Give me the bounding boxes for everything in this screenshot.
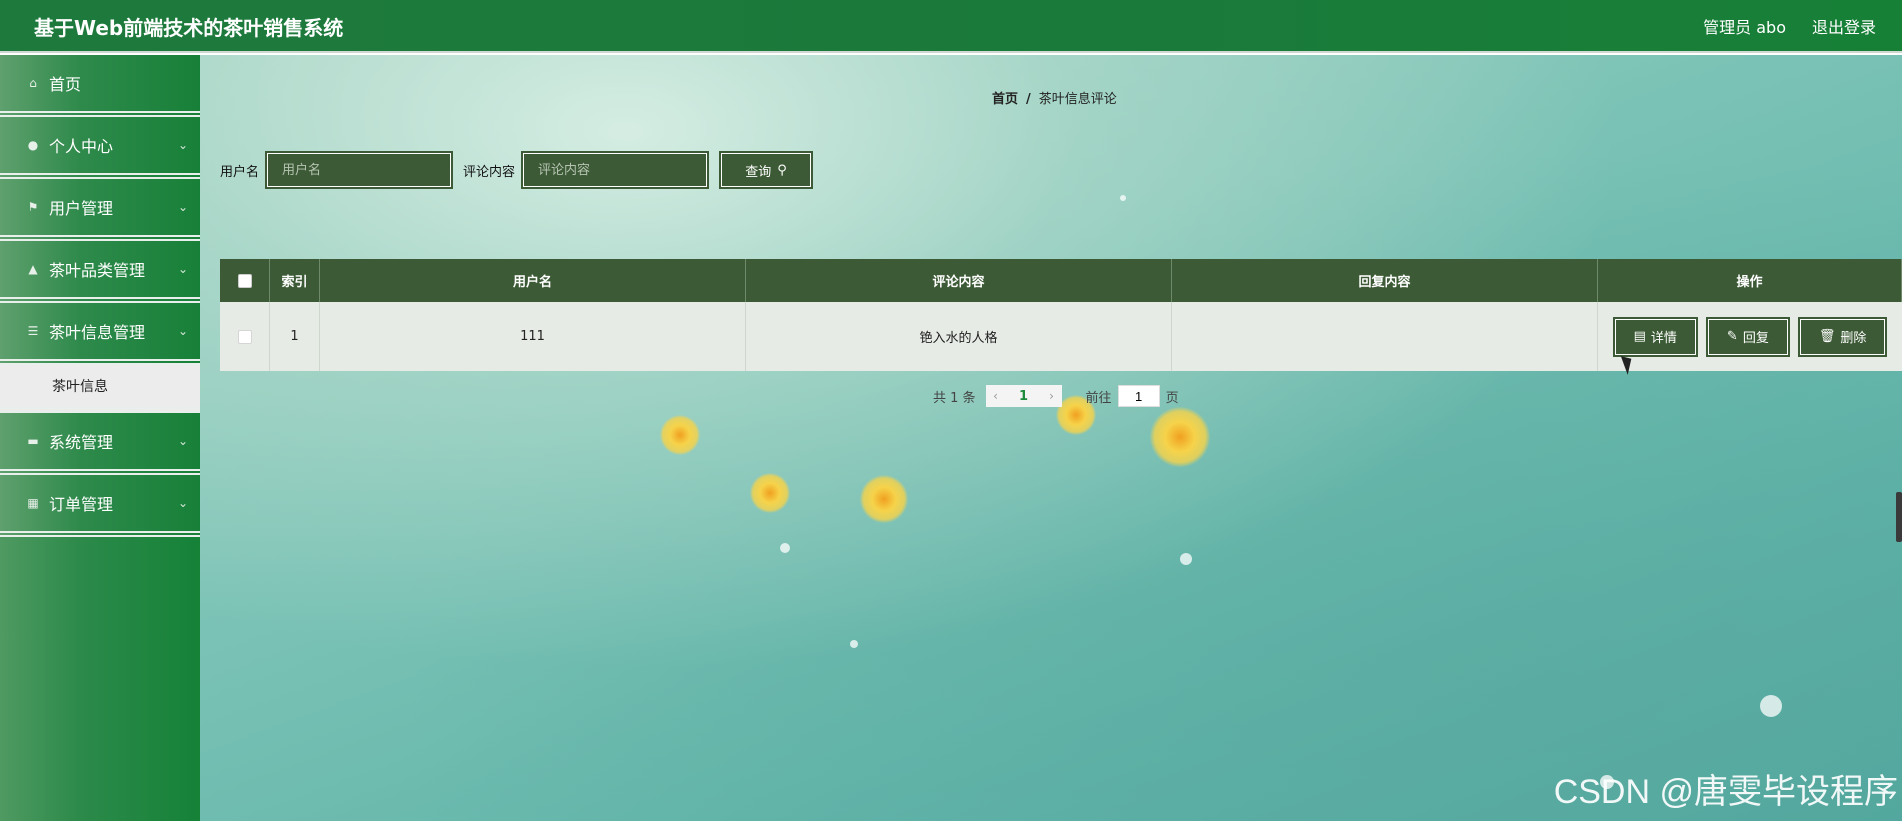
row-ops: ▤ 详情 ✎ 回复 🗑 删除 xyxy=(1598,302,1902,371)
sidebar-subitem-tea-info[interactable]: 茶叶信息 xyxy=(0,365,200,413)
flower-decoration xyxy=(750,473,790,513)
chevron-right-icon[interactable]: › xyxy=(1042,389,1062,403)
sparkle-decoration xyxy=(850,640,858,648)
main-content: 首页 / 茶叶信息评论 用户名 评论内容 查询 ⚲ 索引 用户名 评论内容 回复内容… xyxy=(200,55,1902,821)
header-username: 用户名 xyxy=(320,259,746,302)
reply-button-label: 回复 xyxy=(1742,331,1769,346)
search-icon: ⚲ xyxy=(777,162,787,178)
goto-label: 前往 xyxy=(1085,390,1112,406)
document-icon: ▤ xyxy=(1633,329,1646,344)
list-icon: ☰ xyxy=(27,324,39,338)
sparkle-decoration xyxy=(1120,195,1126,201)
row-checkbox[interactable] xyxy=(237,329,252,344)
header-reply: 回复内容 xyxy=(1172,259,1598,302)
sidebar-item-system[interactable]: ▬ 系统管理 ⌄ xyxy=(0,413,200,475)
sidebar-item-label: 首页 xyxy=(49,75,82,94)
page-number[interactable]: 1 xyxy=(1006,389,1042,404)
row-reply xyxy=(1172,302,1598,371)
query-button[interactable]: 查询 ⚲ xyxy=(719,151,814,189)
sidebar-item-tea-info[interactable]: ☰ 茶叶信息管理 ⌄ xyxy=(0,303,200,365)
sidebar-item-label: 个人中心 xyxy=(49,137,114,156)
breadcrumb-home[interactable]: 首页 xyxy=(992,92,1018,107)
row-comment: 铯入水的人格 xyxy=(746,302,1172,371)
header-comment: 评论内容 xyxy=(746,259,1172,302)
select-all-checkbox[interactable] xyxy=(237,273,252,288)
trash-icon: 🗑 xyxy=(1818,329,1836,344)
grid-icon: ▦ xyxy=(27,496,39,510)
table-header: 索引 用户名 评论内容 回复内容 操作 xyxy=(220,259,1902,302)
home-icon: ⌂ xyxy=(29,76,37,90)
header-ops: 操作 xyxy=(1598,259,1902,302)
header-index: 索引 xyxy=(270,259,320,302)
pagination: 共 1 条 ‹ 1 › 前往 页 xyxy=(933,385,1179,407)
chevron-down-icon: ⌄ xyxy=(177,496,188,510)
scrollbar-handle[interactable] xyxy=(1896,492,1902,542)
flower-decoration xyxy=(660,415,700,455)
sidebar-item-label: 系统管理 xyxy=(49,433,114,452)
edit-icon: ✎ xyxy=(1726,329,1738,344)
chevron-down-icon: ⌄ xyxy=(177,434,188,448)
flag-icon: ⚑ xyxy=(27,200,39,214)
flower-decoration xyxy=(1150,407,1210,467)
detail-button-label: 详情 xyxy=(1650,331,1677,346)
delete-button-label: 删除 xyxy=(1840,331,1867,346)
breadcrumb: 首页 / 茶叶信息评论 xyxy=(992,88,1117,107)
sidebar-item-label: 订单管理 xyxy=(49,495,114,514)
row-index: 1 xyxy=(270,302,320,371)
sidebar: ⌂ 首页 ● 个人中心 ⌄ ⚑ 用户管理 ⌄ ▲ 茶叶品类管理 ⌄ ☰ 茶叶信息… xyxy=(0,55,200,821)
comment-label: 评论内容 xyxy=(463,164,516,180)
sidebar-item-orders[interactable]: ▦ 订单管理 ⌄ xyxy=(0,475,200,537)
username-label: 用户名 xyxy=(220,164,260,180)
sidebar-item-personal-center[interactable]: ● 个人中心 ⌄ xyxy=(0,117,200,179)
sidebar-item-label: 茶叶信息管理 xyxy=(49,323,146,342)
detail-button[interactable]: ▤ 详情 xyxy=(1612,316,1698,357)
total-count: 共 1 条 xyxy=(933,390,976,406)
query-button-label: 查询 xyxy=(745,164,772,180)
goto-page-input[interactable] xyxy=(1117,385,1160,407)
chevron-down-icon: ⌄ xyxy=(177,138,188,152)
header-checkbox-cell xyxy=(220,259,270,302)
flower-decoration xyxy=(860,475,908,523)
search-bar: 用户名 评论内容 查询 ⚲ xyxy=(220,151,814,189)
sidebar-item-label: 茶叶信息 xyxy=(52,379,108,395)
sparkle-decoration xyxy=(1180,553,1192,565)
breadcrumb-separator: / xyxy=(1026,92,1031,107)
comments-table: 索引 用户名 评论内容 回复内容 操作 1 111 铯入水的人格 ▤ 详情 ✎ xyxy=(220,259,1902,371)
table-row: 1 111 铯入水的人格 ▤ 详情 ✎ 回复 🗑 删除 xyxy=(220,302,1902,371)
sparkle-decoration xyxy=(780,543,790,553)
top-header: 基于Web前端技术的茶叶销售系统 管理员 abo 退出登录 xyxy=(0,0,1902,53)
username-search-input[interactable] xyxy=(265,151,454,189)
chevron-down-icon: ⌄ xyxy=(177,262,188,276)
breadcrumb-current: 茶叶信息评论 xyxy=(1038,92,1117,107)
page-suffix: 页 xyxy=(1165,390,1179,406)
sidebar-item-label: 用户管理 xyxy=(49,199,114,218)
sparkle-decoration xyxy=(1760,695,1782,717)
user-icon: ● xyxy=(27,138,39,152)
logout-link[interactable]: 退出登录 xyxy=(1812,14,1876,38)
row-username: 111 xyxy=(320,302,746,371)
reply-button[interactable]: ✎ 回复 xyxy=(1705,316,1790,357)
chevron-left-icon[interactable]: ‹ xyxy=(986,389,1006,403)
chevron-down-icon: ⌄ xyxy=(177,324,188,338)
comment-search-input[interactable] xyxy=(521,151,710,189)
admin-user-label: 管理员 abo xyxy=(1703,18,1786,37)
sidebar-item-home[interactable]: ⌂ 首页 xyxy=(0,55,200,117)
chat-icon: ▬ xyxy=(27,434,39,448)
sidebar-item-label: 茶叶品类管理 xyxy=(49,261,146,280)
row-checkbox-cell xyxy=(220,302,270,371)
thumb-icon: ▲ xyxy=(28,262,38,276)
watermark: CSDN @唐雯毕设程序 xyxy=(1553,773,1898,811)
delete-button[interactable]: 🗑 删除 xyxy=(1797,316,1888,357)
sidebar-item-user-management[interactable]: ⚑ 用户管理 ⌄ xyxy=(0,179,200,241)
app-title: 基于Web前端技术的茶叶销售系统 xyxy=(34,16,344,40)
pager-controls: ‹ 1 › xyxy=(985,385,1062,407)
sidebar-item-tea-category[interactable]: ▲ 茶叶品类管理 ⌄ xyxy=(0,241,200,303)
chevron-down-icon: ⌄ xyxy=(177,200,188,214)
